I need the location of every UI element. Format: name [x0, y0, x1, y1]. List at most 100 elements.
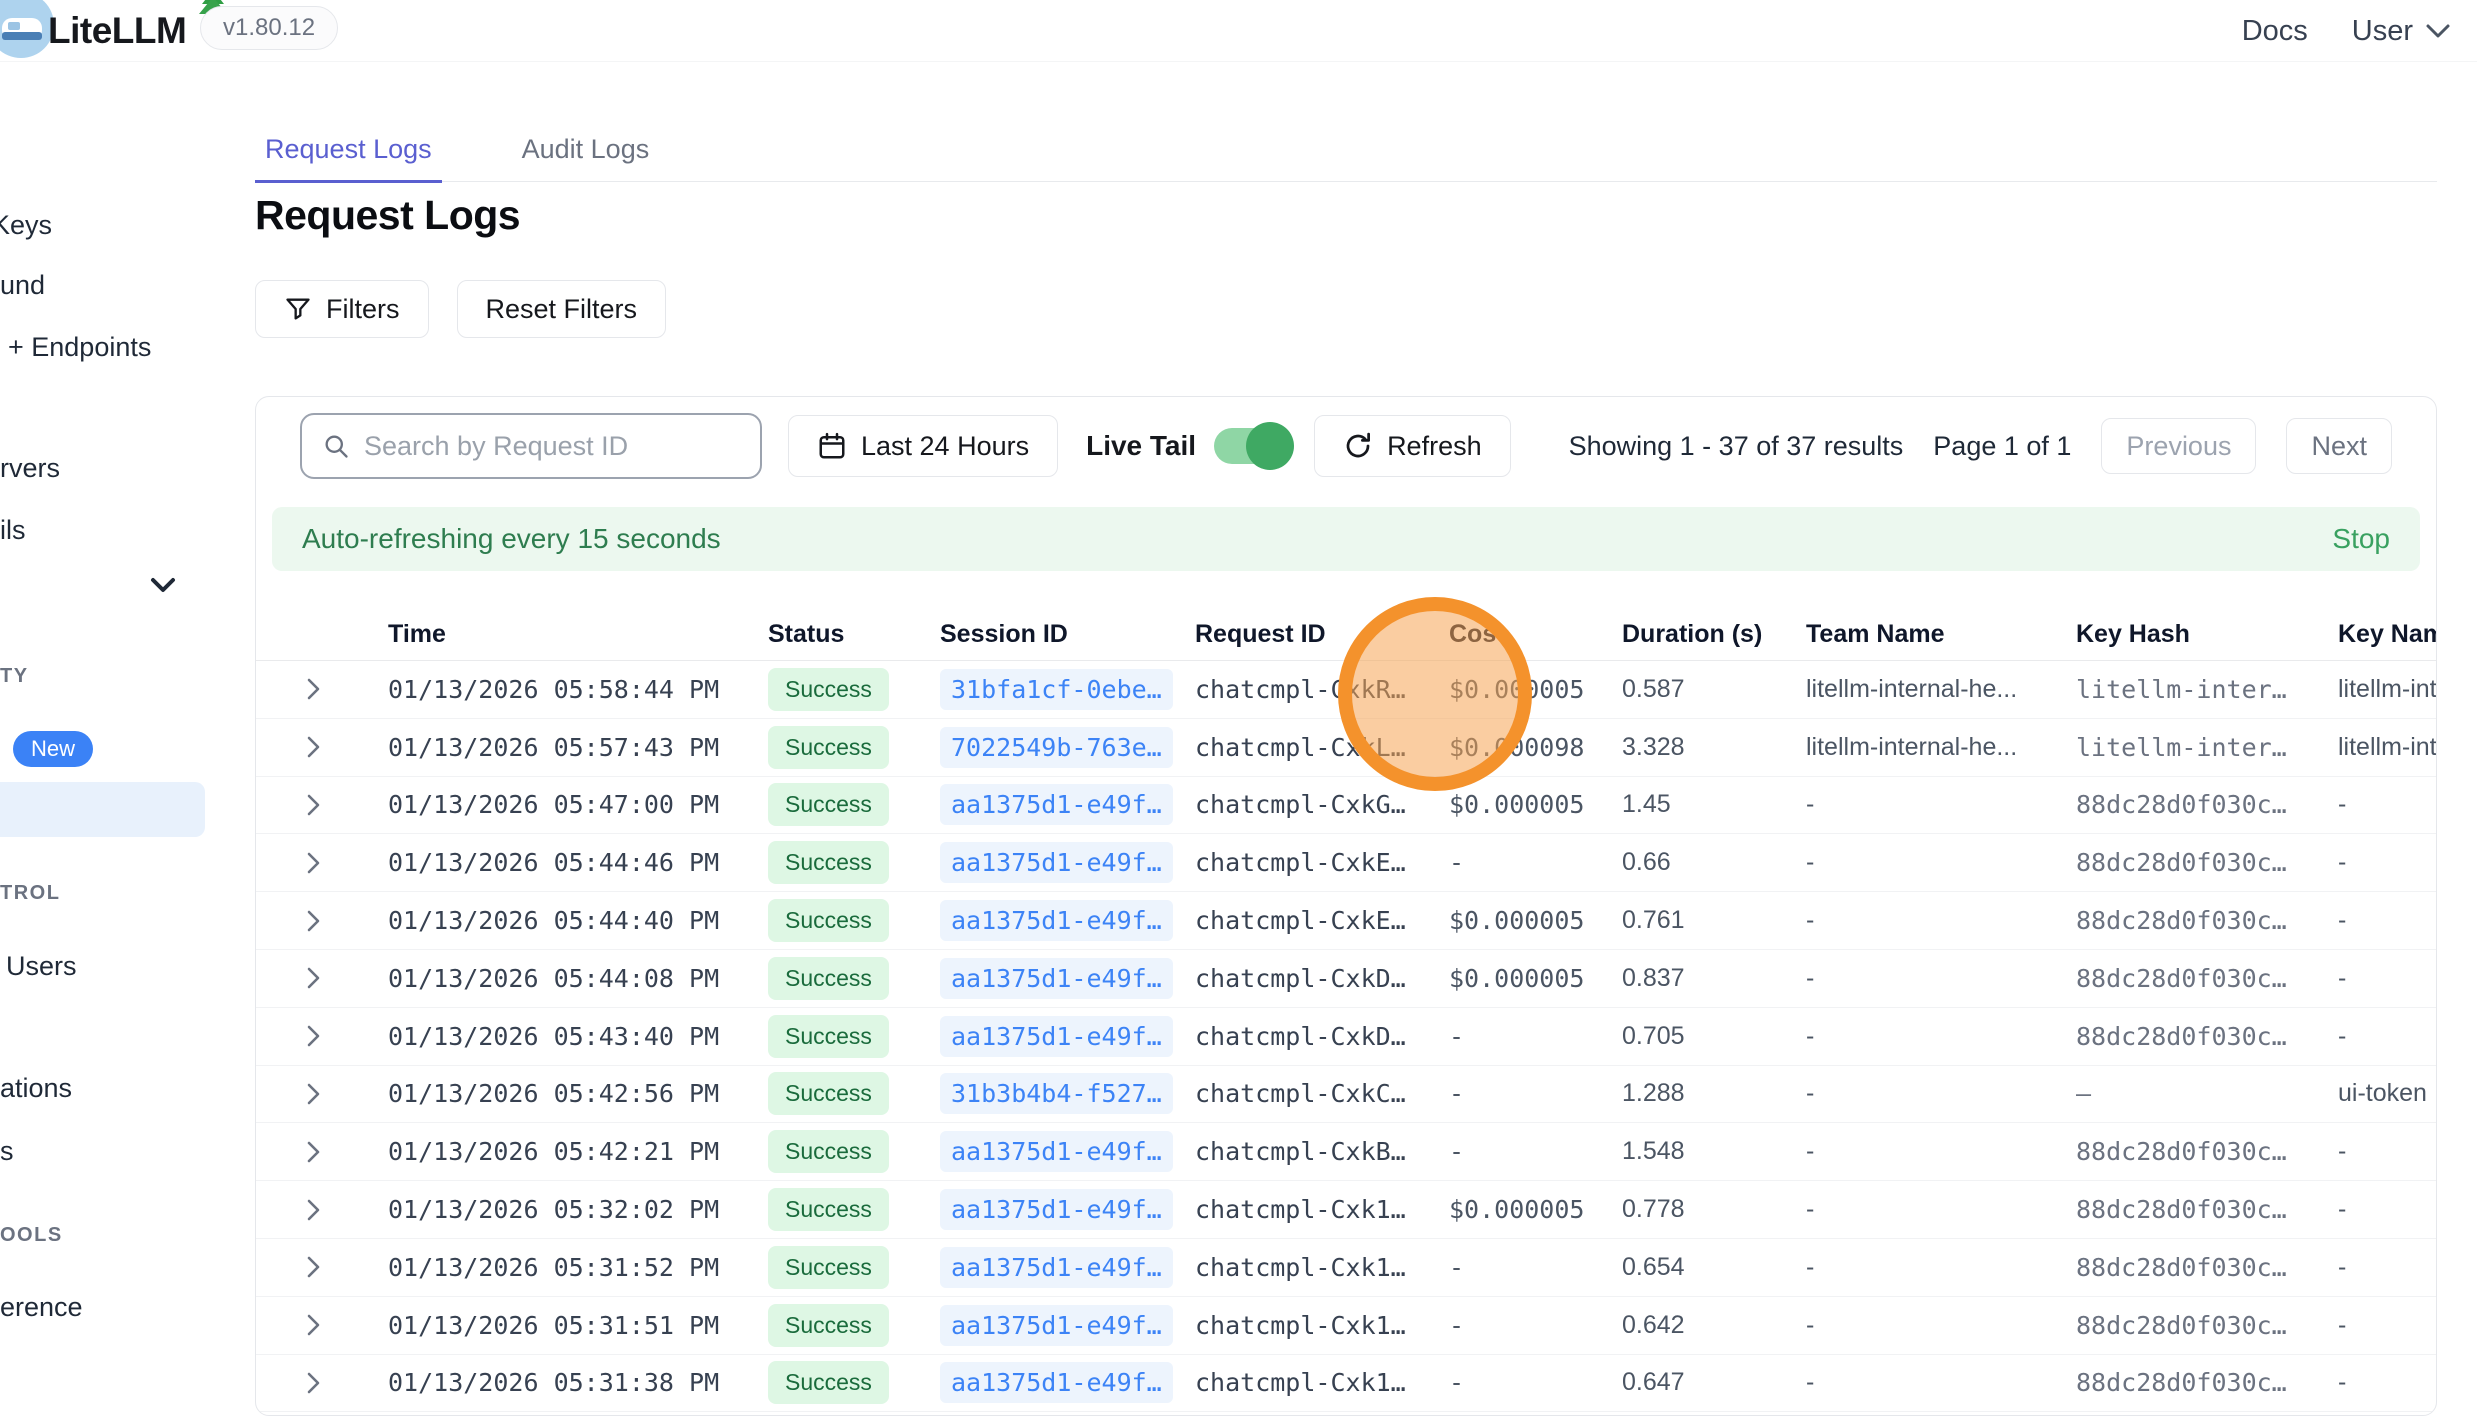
sidebar-section-observability: TY	[0, 665, 29, 688]
session-id-link[interactable]: 31b3b4b4-f527…	[940, 1073, 1173, 1114]
reset-filters-button[interactable]: Reset Filters	[457, 280, 667, 338]
refresh-button-label: Refresh	[1387, 431, 1482, 462]
search-icon	[322, 432, 350, 460]
row-key-name: litellm-int	[2338, 675, 2436, 704]
sidebar-item-api-reference[interactable]: erence	[0, 1292, 83, 1323]
row-duration: 0.761	[1622, 906, 1806, 935]
previous-page-button[interactable]: Previous	[2101, 418, 2256, 474]
sidebar-section-tools: OOLS	[0, 1224, 63, 1247]
user-menu[interactable]: User	[2352, 15, 2451, 48]
row-time: 01/13/2026 05:57:43 PM	[388, 733, 768, 762]
sidebar-item-organizations[interactable]: ations	[0, 1073, 72, 1104]
next-page-button[interactable]: Next	[2286, 418, 2392, 474]
row-request-id: chatcmpl-Cxk1…	[1195, 1195, 1449, 1224]
refresh-button[interactable]: Refresh	[1314, 415, 1511, 477]
row-time: 01/13/2026 05:44:40 PM	[388, 906, 768, 935]
expand-row-chevron-icon[interactable]	[256, 1023, 388, 1049]
auto-refresh-text: Auto-refreshing every 15 seconds	[302, 523, 721, 555]
row-key-name: -	[2338, 1137, 2436, 1166]
expand-row-chevron-icon[interactable]	[256, 908, 388, 934]
status-badge: Success	[768, 841, 889, 884]
row-team-name: -	[1806, 790, 2076, 819]
session-id-link[interactable]: aa1375d1-e49f…	[940, 1016, 1173, 1057]
row-time: 01/13/2026 05:44:46 PM	[388, 848, 768, 877]
live-tail-toggle[interactable]	[1214, 427, 1288, 465]
sidebar-item-guardrails[interactable]: ils	[0, 515, 26, 546]
sidebar-item-teams[interactable]: s	[0, 1136, 14, 1167]
session-id-link[interactable]: 31bfa1cf-0ebe…	[940, 669, 1173, 710]
expand-row-chevron-icon[interactable]	[256, 792, 388, 818]
col-session-id: Session ID	[940, 620, 1195, 649]
row-status-cell: Success	[768, 1246, 940, 1289]
table-row: 01/13/2026 05:43:40 PM Success aa1375d1-…	[256, 1008, 2436, 1066]
sidebar-item-servers[interactable]: rvers	[0, 453, 60, 484]
table-toolbar: Last 24 Hours Live Tail Refresh Showing …	[300, 413, 2392, 479]
tab-audit-logs[interactable]: Audit Logs	[512, 128, 660, 181]
row-time: 01/13/2026 05:32:02 PM	[388, 1195, 768, 1224]
sidebar-item-keys[interactable]: Keys	[0, 210, 52, 241]
row-time: 01/13/2026 05:31:51 PM	[388, 1311, 768, 1340]
row-key-name: -	[2338, 790, 2436, 819]
litellm-logo	[0, 0, 54, 58]
sidebar-item-endpoints[interactable]: + Endpoints	[8, 332, 151, 363]
row-cost: -	[1449, 1022, 1622, 1051]
expand-row-chevron-icon[interactable]	[256, 1254, 388, 1280]
row-status-cell: Success	[768, 957, 940, 1000]
sidebar-collapse-chevron-icon[interactable]	[148, 576, 178, 596]
sidebar-item-users[interactable]: Users	[6, 951, 77, 982]
session-id-link[interactable]: aa1375d1-e49f…	[940, 958, 1173, 999]
expand-row-chevron-icon[interactable]	[256, 676, 388, 702]
session-id-link[interactable]: aa1375d1-e49f…	[940, 1305, 1173, 1346]
expand-row-chevron-icon[interactable]	[256, 850, 388, 876]
session-id-link[interactable]: aa1375d1-e49f…	[940, 1247, 1173, 1288]
search-input[interactable]	[364, 431, 740, 462]
table-row: 01/13/2026 05:44:40 PM Success aa1375d1-…	[256, 892, 2436, 950]
session-id-link[interactable]: aa1375d1-e49f…	[940, 784, 1173, 825]
sidebar-item-selected[interactable]	[0, 782, 205, 837]
filters-button[interactable]: Filters	[255, 280, 429, 338]
status-badge: Success	[768, 668, 889, 711]
row-cost: $0.000005	[1449, 964, 1622, 993]
row-session-cell: aa1375d1-e49f…	[940, 1189, 1195, 1230]
row-team-name: -	[1806, 848, 2076, 877]
session-id-link[interactable]: aa1375d1-e49f…	[940, 1131, 1173, 1172]
expand-row-chevron-icon[interactable]	[256, 1081, 388, 1107]
row-session-cell: aa1375d1-e49f…	[940, 1247, 1195, 1288]
expand-row-chevron-icon[interactable]	[256, 734, 388, 760]
expand-row-chevron-icon[interactable]	[256, 1312, 388, 1338]
docs-link[interactable]: Docs	[2242, 15, 2308, 48]
session-id-link[interactable]: aa1375d1-e49f…	[940, 1362, 1173, 1403]
stop-auto-refresh-button[interactable]: Stop	[2332, 523, 2390, 555]
row-key-hash: 88dc28d0f030c…	[2076, 1368, 2338, 1397]
row-cost: -	[1449, 1311, 1622, 1340]
tab-request-logs[interactable]: Request Logs	[255, 128, 442, 183]
expand-row-chevron-icon[interactable]	[256, 1139, 388, 1165]
session-id-link[interactable]: aa1375d1-e49f…	[940, 842, 1173, 883]
status-badge: Success	[768, 783, 889, 826]
session-id-link[interactable]: aa1375d1-e49f…	[940, 1189, 1173, 1230]
session-id-link[interactable]: aa1375d1-e49f…	[940, 900, 1173, 941]
col-key-hash: Key Hash	[2076, 620, 2338, 649]
row-team-name: -	[1806, 1079, 2076, 1108]
expand-row-chevron-icon[interactable]	[256, 1197, 388, 1223]
row-team-name: litellm-internal-he...	[1806, 675, 2076, 704]
col-duration: Duration (s)	[1622, 620, 1806, 649]
row-cost: -	[1449, 848, 1622, 877]
row-duration: 1.548	[1622, 1137, 1806, 1166]
search-box[interactable]	[300, 413, 762, 479]
row-status-cell: Success	[768, 726, 940, 769]
row-cost: $0.000005	[1449, 790, 1622, 819]
row-status-cell: Success	[768, 1188, 940, 1231]
table-row: 01/13/2026 05:44:08 PM Success aa1375d1-…	[256, 950, 2436, 1008]
time-range-button[interactable]: Last 24 Hours	[788, 415, 1058, 477]
session-id-link[interactable]: 7022549b-763e…	[940, 727, 1173, 768]
row-key-name: -	[2338, 1311, 2436, 1340]
row-duration: 1.288	[1622, 1079, 1806, 1108]
sidebar-item-playground[interactable]: und	[0, 270, 45, 301]
table-row: 01/13/2026 05:31:38 PM Success aa1375d1-…	[256, 1355, 2436, 1413]
row-cost: -	[1449, 1253, 1622, 1282]
expand-row-chevron-icon[interactable]	[256, 965, 388, 991]
row-duration: 0.705	[1622, 1022, 1806, 1051]
expand-row-chevron-icon[interactable]	[256, 1370, 388, 1396]
row-status-cell: Success	[768, 668, 940, 711]
